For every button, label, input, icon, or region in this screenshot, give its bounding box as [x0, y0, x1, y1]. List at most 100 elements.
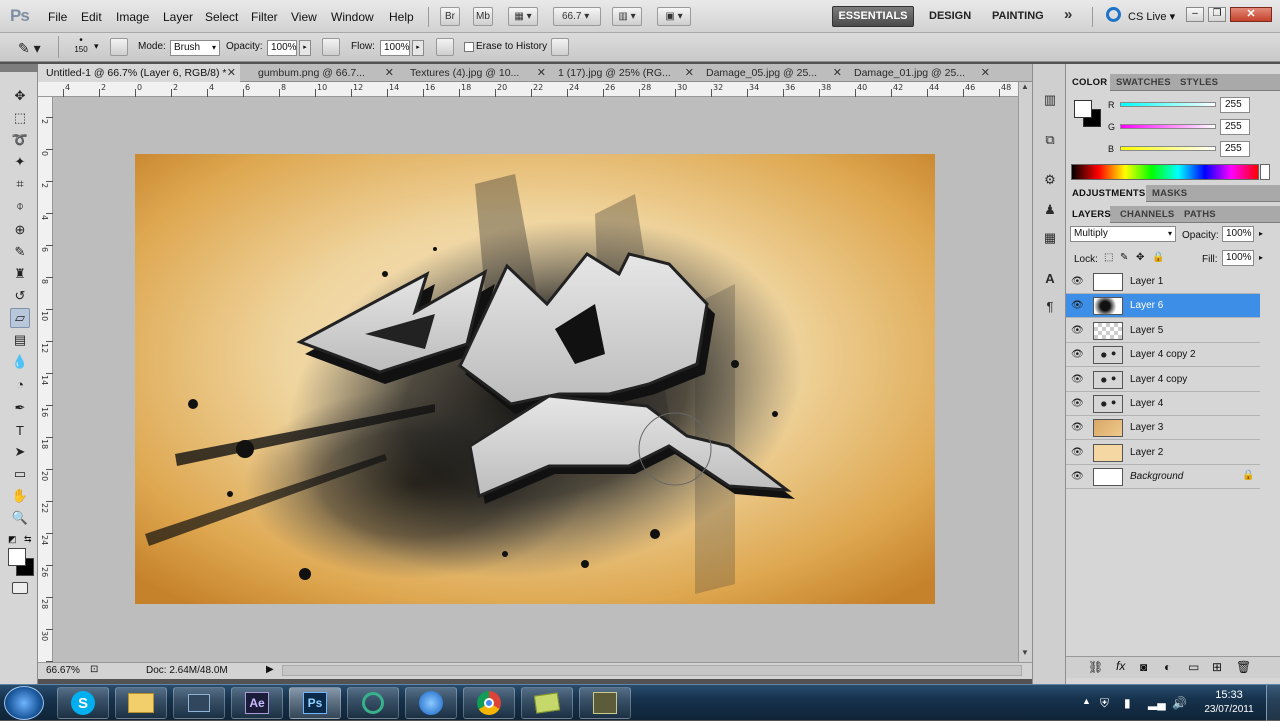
more-workspaces-icon[interactable]: »: [1064, 6, 1072, 23]
taskbar-notes[interactable]: [521, 687, 573, 719]
ruler-left[interactable]: 20246810121416182022242628303234: [38, 97, 53, 705]
color-panel-foreground[interactable]: [1074, 100, 1092, 118]
eraser-preset-icon[interactable]: ✎ ▾: [18, 40, 41, 57]
layer-thumbnail[interactable]: [1093, 468, 1123, 487]
bridge-button[interactable]: Br: [440, 7, 460, 26]
cs-live-button[interactable]: CS Live ▾: [1128, 10, 1175, 23]
menu-image[interactable]: Image: [116, 10, 149, 24]
taskbar-chrome[interactable]: [463, 687, 515, 719]
channel-b-slider[interactable]: [1120, 146, 1216, 151]
close-tab-icon[interactable]: ✕: [385, 66, 394, 79]
tray-expand-icon[interactable]: ▲: [1082, 696, 1091, 706]
show-desktop-button[interactable]: [1266, 685, 1280, 721]
layer-name[interactable]: Layer 2: [1130, 447, 1163, 458]
airbrush-icon[interactable]: [436, 38, 454, 56]
layer-name[interactable]: Layer 4: [1130, 398, 1163, 409]
channel-r-value[interactable]: 255: [1220, 97, 1250, 113]
minimize-button[interactable]: –: [1186, 7, 1204, 22]
close-tab-icon[interactable]: ✕: [227, 66, 236, 79]
zoom-tool-icon[interactable]: 🔍: [10, 508, 30, 528]
clock-time[interactable]: 15:33: [1198, 689, 1260, 701]
layer-thumbnail[interactable]: [1093, 273, 1123, 291]
close-tab-icon[interactable]: ✕: [833, 66, 842, 79]
ruler-top[interactable]: 4 2 0 2 4 6 8 10 12 14 16 18 20 22 24 26 28 30 32 34 36 38 40 4…: [38, 82, 1018, 97]
flow-field[interactable]: 100%: [380, 40, 410, 56]
layer-thumbnail[interactable]: [1093, 297, 1123, 316]
layer-row[interactable]: 👁 Layer 6: [1066, 294, 1260, 319]
layer-thumbnail[interactable]: [1093, 395, 1123, 413]
start-button[interactable]: [4, 686, 44, 720]
layer-thumbnail[interactable]: [1093, 419, 1123, 438]
menu-select[interactable]: Select: [205, 10, 238, 24]
brush-panel-toggle-icon[interactable]: [110, 38, 128, 56]
brush-dropdown-icon[interactable]: ▾: [94, 41, 99, 52]
visibility-eye-icon[interactable]: 👁: [1071, 447, 1084, 459]
doc-tab-textures[interactable]: Textures (4).jpg @ 10... ✕: [402, 64, 550, 82]
new-group-icon[interactable]: ▭: [1188, 660, 1199, 674]
layer-thumbnail[interactable]: [1093, 443, 1123, 462]
menu-window[interactable]: Window: [331, 10, 374, 24]
lock-image-icon[interactable]: ✎: [1120, 252, 1128, 263]
layer-row[interactable]: 👁 Layer 4 copy 2: [1066, 343, 1260, 368]
layer-name[interactable]: Background: [1130, 471, 1183, 482]
close-tab-icon[interactable]: ✕: [981, 66, 990, 79]
clock-date[interactable]: 23/07/2011: [1198, 704, 1260, 715]
doc-tab-damage-05[interactable]: Damage_05.jpg @ 25... ✕: [698, 64, 846, 82]
status-menu-icon[interactable]: ▶: [266, 664, 274, 675]
fill-field[interactable]: 100%: [1222, 250, 1254, 266]
visibility-eye-icon[interactable]: 👁: [1071, 471, 1084, 483]
delete-layer-icon[interactable]: 🗑: [1236, 660, 1251, 674]
eraser-tool-icon[interactable]: ▱: [10, 308, 30, 328]
layer-opacity-slider-icon[interactable]: ▸: [1259, 229, 1263, 238]
history-panel-icon[interactable]: ⧉: [1040, 130, 1060, 150]
horizontal-scrollbar[interactable]: [282, 665, 1022, 676]
lasso-tool-icon[interactable]: ➰: [10, 130, 30, 150]
tab-layers[interactable]: LAYERS: [1066, 206, 1111, 223]
layer-style-icon[interactable]: fx: [1116, 659, 1125, 673]
taskbar-ie[interactable]: [405, 687, 457, 719]
layer-row[interactable]: 👁 Layer 1: [1066, 270, 1260, 294]
paragraph-panel-icon[interactable]: ¶: [1040, 296, 1060, 316]
layer-name[interactable]: Layer 4 copy: [1130, 374, 1187, 385]
character-panel-icon[interactable]: A: [1040, 268, 1060, 288]
taskbar-app-10[interactable]: [579, 687, 631, 719]
gradient-tool-icon[interactable]: ▤: [10, 330, 30, 350]
add-mask-icon[interactable]: ◙: [1140, 660, 1147, 674]
tablet-pressure-size-icon[interactable]: [551, 38, 569, 56]
visibility-eye-icon[interactable]: 👁: [1071, 276, 1084, 288]
layer-row[interactable]: 👁 Layer 3: [1066, 416, 1260, 441]
opacity-slider-toggle[interactable]: ▸: [299, 40, 311, 56]
crop-tool-icon[interactable]: ⌗: [10, 174, 30, 194]
marquee-tool-icon[interactable]: ⬚: [10, 108, 30, 128]
layer-thumbnail[interactable]: [1093, 370, 1123, 389]
hand-tool-icon[interactable]: ✋: [10, 486, 30, 506]
link-layers-icon[interactable]: ⛓: [1088, 660, 1103, 674]
scroll-down-icon[interactable]: ▼: [1021, 648, 1029, 657]
type-tool-icon[interactable]: T: [10, 420, 30, 440]
new-layer-icon[interactable]: ⊞: [1212, 660, 1222, 674]
opacity-field[interactable]: 100%: [267, 40, 297, 56]
channel-r-slider[interactable]: [1120, 102, 1216, 107]
zoom-status[interactable]: 66.67%: [46, 665, 80, 676]
layer-row[interactable]: 👁 Layer 4: [1066, 392, 1260, 416]
lock-position-icon[interactable]: ✥: [1136, 252, 1144, 263]
taskbar-app-6[interactable]: [347, 687, 399, 719]
workspace-essentials[interactable]: ESSENTIALS: [832, 6, 914, 27]
layer-thumbnail[interactable]: [1093, 346, 1123, 365]
erase-history-checkbox[interactable]: [464, 42, 474, 52]
layer-name[interactable]: Layer 3: [1130, 422, 1163, 433]
layer-row[interactable]: 👁 Background 🔒: [1066, 465, 1260, 490]
spectrum-white-swatch[interactable]: [1260, 164, 1270, 180]
layer-thumbnail[interactable]: [1093, 321, 1123, 340]
layer-name[interactable]: Layer 6: [1130, 300, 1163, 311]
move-tool-icon[interactable]: ✥: [10, 86, 30, 106]
visibility-eye-icon[interactable]: 👁: [1071, 325, 1084, 337]
tab-styles[interactable]: STYLES: [1180, 74, 1218, 91]
layer-name[interactable]: Layer 5: [1130, 325, 1163, 336]
adjustment-layer-icon[interactable]: ◐: [1164, 660, 1171, 674]
visibility-eye-icon[interactable]: 👁: [1071, 398, 1084, 410]
tools-panel-grip[interactable]: [0, 64, 38, 72]
visibility-eye-icon[interactable]: 👁: [1071, 349, 1084, 361]
zoom-level-select[interactable]: 66.7 ▾: [553, 7, 601, 26]
tray-network-icon[interactable]: ▂▄: [1148, 696, 1166, 710]
